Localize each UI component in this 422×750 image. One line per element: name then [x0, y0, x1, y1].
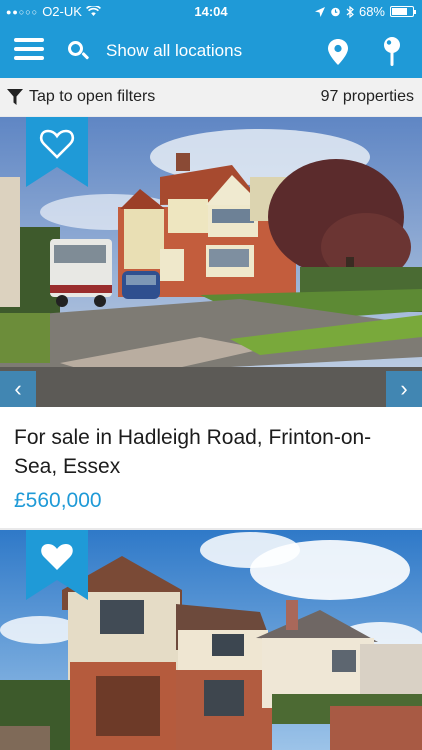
- open-filters-button[interactable]: Tap to open filters: [6, 88, 155, 106]
- funnel-icon: [7, 89, 23, 105]
- status-bar: ●●○○○ O2-UK 14:04 68%: [0, 0, 422, 24]
- bluetooth-icon: [346, 5, 354, 18]
- chevron-right-icon: ›: [400, 376, 408, 401]
- listing-price: £560,000: [14, 489, 102, 512]
- search-icon: [68, 41, 90, 61]
- property-count: 97 properties: [320, 88, 414, 105]
- battery-percent: 68%: [358, 4, 385, 19]
- listing-card[interactable]: [0, 530, 422, 750]
- battery-icon: [390, 6, 416, 17]
- favourite-bookmark-icon[interactable]: [26, 117, 88, 187]
- favourite-bookmark-icon[interactable]: [26, 530, 88, 600]
- alarm-icon: [331, 7, 340, 17]
- map-pin-icon[interactable]: [326, 38, 350, 66]
- menu-icon[interactable]: [14, 38, 44, 64]
- location-arrow-icon: [314, 6, 325, 17]
- filter-label: Tap to open filters: [29, 88, 156, 105]
- chevron-left-icon: ‹: [14, 376, 22, 401]
- filter-bar: Tap to open filters 97 properties: [0, 78, 422, 116]
- previous-photo-button[interactable]: ‹: [0, 371, 36, 407]
- status-indicators: 68%: [314, 4, 416, 19]
- search-label: Show all locations: [106, 41, 243, 60]
- nearby-pin-icon[interactable]: [380, 36, 404, 68]
- next-photo-button[interactable]: ›: [386, 371, 422, 407]
- listing-card[interactable]: ‹ › For sale in Hadleigh Road, Frinton-o…: [0, 117, 422, 528]
- listing-title[interactable]: For sale in Hadleigh Road, Frinton-on-Se…: [14, 423, 404, 481]
- nav-bar: Show all locations: [0, 24, 422, 78]
- show-locations-button[interactable]: Show all locations: [68, 37, 242, 65]
